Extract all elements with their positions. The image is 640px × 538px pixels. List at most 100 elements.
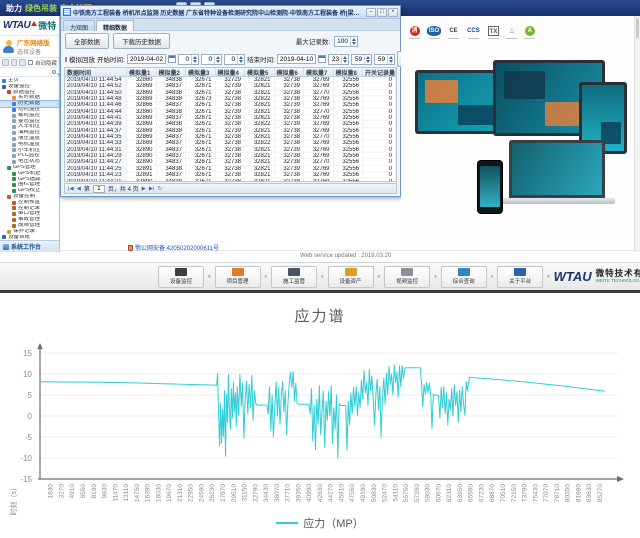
toolbar-row-1: 全部数据 下载历史数据 最大记录数: 100 (61, 31, 400, 51)
cell-value: 32738 (216, 115, 246, 120)
calendar-icon[interactable] (318, 55, 326, 63)
svg-text:55750: 55750 (403, 484, 410, 502)
sidebar-tree: 主页设备监控数据监控实时数据历史数据塔机监控载荷监控姿态监控大车机位油耗监控液压… (0, 77, 59, 240)
assets-icon (345, 268, 357, 276)
svg-text:37710: 37710 (285, 484, 292, 502)
minimize-button[interactable]: – (366, 8, 376, 17)
cell-value: 32738 (216, 90, 246, 95)
svg-text:21310: 21310 (177, 484, 184, 502)
choose-device-link[interactable]: 选择设备 (17, 47, 50, 56)
column-header[interactable]: 模拟量8 (334, 68, 364, 76)
svg-text:60670: 60670 (435, 484, 442, 502)
dropdown-arrow-icon[interactable]: ▾ (321, 274, 324, 280)
cell-timestamp: 2019/04/10 11:44:35 (65, 134, 127, 139)
replay-checkbox[interactable] (65, 57, 67, 62)
vertical-scrollbar[interactable] (634, 16, 640, 252)
cell-value: 32739 (216, 83, 246, 88)
auto-hide-checkbox[interactable] (28, 60, 33, 65)
tree-node-icon (12, 131, 16, 135)
column-header[interactable]: 模拟量2 (157, 68, 187, 76)
close-button[interactable]: × (388, 8, 398, 17)
cell-value: 32671 (186, 90, 216, 95)
cell-value: 32556 (334, 77, 364, 82)
download-history-button[interactable]: 下载历史数据 (113, 33, 170, 49)
cell-value: 32890 (127, 179, 157, 183)
dropdown-arrow-icon[interactable]: ▾ (491, 274, 494, 280)
cell-value: 32821 (245, 128, 275, 133)
end-minute-stepper[interactable]: 59 (351, 54, 372, 65)
promo-collage (401, 56, 633, 252)
footer-button-label: 施工监管 (283, 277, 305, 285)
first-page-button[interactable]: |◀ (68, 186, 74, 192)
footer-button[interactable]: 项目管理 (215, 266, 261, 288)
tree-node-icon (12, 160, 16, 164)
next-page-button[interactable]: ▶ (142, 186, 146, 192)
start-second-stepper[interactable]: 0 (224, 54, 245, 65)
pin-icon[interactable] (19, 59, 26, 66)
end-hour-stepper[interactable]: 23 (328, 54, 349, 65)
cell-value: 32822 (245, 121, 275, 126)
end-date-field[interactable]: 2019-04-10 (277, 54, 316, 64)
cell-value: 32769 (304, 140, 334, 145)
tab-fine-data[interactable]: 精细数据 (96, 20, 134, 31)
refresh-icon[interactable] (2, 59, 9, 66)
logo-brand-text: 微特 (38, 19, 56, 32)
column-header[interactable]: 模拟量4 (216, 68, 246, 76)
column-header[interactable]: 模拟量6 (275, 68, 305, 76)
footer-button[interactable]: 视频监控 (384, 266, 430, 288)
svg-text:1630: 1630 (48, 484, 55, 499)
start-hour-stepper[interactable]: 0 (178, 54, 199, 65)
beian-link[interactable]: 鄂公网安备 42050202000611号 (135, 243, 219, 252)
column-header[interactable]: 模拟量3 (186, 68, 216, 76)
end-second-stepper[interactable]: 59 (374, 54, 395, 65)
max-records-stepper[interactable]: 100 (334, 36, 358, 47)
window-title-bar[interactable]: 中铁南方工程装备 桥机吊点监测 历史数据 广东省特种设备检测研究院中山检测院-中… (61, 6, 400, 19)
dropdown-arrow-icon[interactable]: ▾ (434, 274, 437, 280)
refresh-button[interactable]: ↻ (158, 186, 163, 192)
column-header[interactable]: 开关记录量1 (363, 68, 396, 76)
sidebar-toolbar: 自动隐藏 (0, 58, 59, 68)
dropdown-arrow-icon[interactable]: ▾ (208, 274, 211, 280)
footer-button[interactable]: 设备监控 (158, 266, 204, 288)
footer-button[interactable]: 综合查询 (441, 266, 487, 288)
folder-icon[interactable] (11, 59, 18, 66)
dropdown-arrow-icon[interactable]: ▾ (547, 274, 550, 280)
column-header[interactable]: 模拟量7 (304, 68, 334, 76)
tree-node-icon (12, 189, 16, 193)
column-header[interactable]: 模拟量5 (245, 68, 275, 76)
cell-value: 0 (363, 172, 396, 177)
cell-value: 32556 (334, 83, 364, 88)
svg-text:78710: 78710 (554, 484, 561, 502)
tree-node-icon (12, 102, 16, 106)
tab-moment-diagram[interactable]: 力矩图 (63, 20, 95, 31)
cell-value: 32738 (216, 153, 246, 158)
fire-cert-glyph: 消 (410, 26, 420, 36)
cell-timestamp: 2019/04/10 11:44:23 (65, 172, 127, 177)
last-page-button[interactable]: ▶| (149, 186, 155, 192)
footer-button[interactable]: 施工监管 (271, 266, 317, 288)
cell-timestamp: 2019/04/10 11:44:25 (65, 166, 127, 171)
svg-text:13110: 13110 (123, 484, 130, 502)
footer-button[interactable]: 关于平台 (497, 266, 543, 288)
cell-timestamp: 2019/04/10 11:44:48 (65, 96, 127, 101)
page-number-input[interactable] (93, 185, 105, 193)
sidebar-search[interactable] (0, 68, 59, 77)
footer-button[interactable]: 设备资产 (328, 266, 374, 288)
column-header[interactable]: 数据时间 (65, 68, 127, 76)
cell-value: 32738 (275, 128, 305, 133)
cell-value: 32738 (275, 109, 305, 114)
maximize-button[interactable]: □ (377, 8, 387, 17)
cell-value: 34838 (157, 90, 187, 95)
dropdown-arrow-icon[interactable]: ▾ (378, 274, 381, 280)
dropdown-arrow-icon[interactable]: ▾ (265, 274, 268, 280)
start-date-field[interactable]: 2019-04-02 (127, 54, 166, 64)
cell-value: 32671 (186, 102, 216, 107)
prev-page-button[interactable]: ◀ (77, 186, 81, 192)
calendar-icon[interactable] (168, 55, 176, 63)
all-data-button[interactable]: 全部数据 (65, 33, 109, 49)
start-minute-stepper[interactable]: 0 (201, 54, 222, 65)
tree-node-icon (7, 195, 11, 199)
table-row[interactable]: 2019/04/10 11:44:21328903483832671327383… (65, 179, 396, 183)
column-header[interactable]: 模拟量1 (127, 68, 157, 76)
stepper-arrows-icon[interactable] (350, 37, 357, 46)
